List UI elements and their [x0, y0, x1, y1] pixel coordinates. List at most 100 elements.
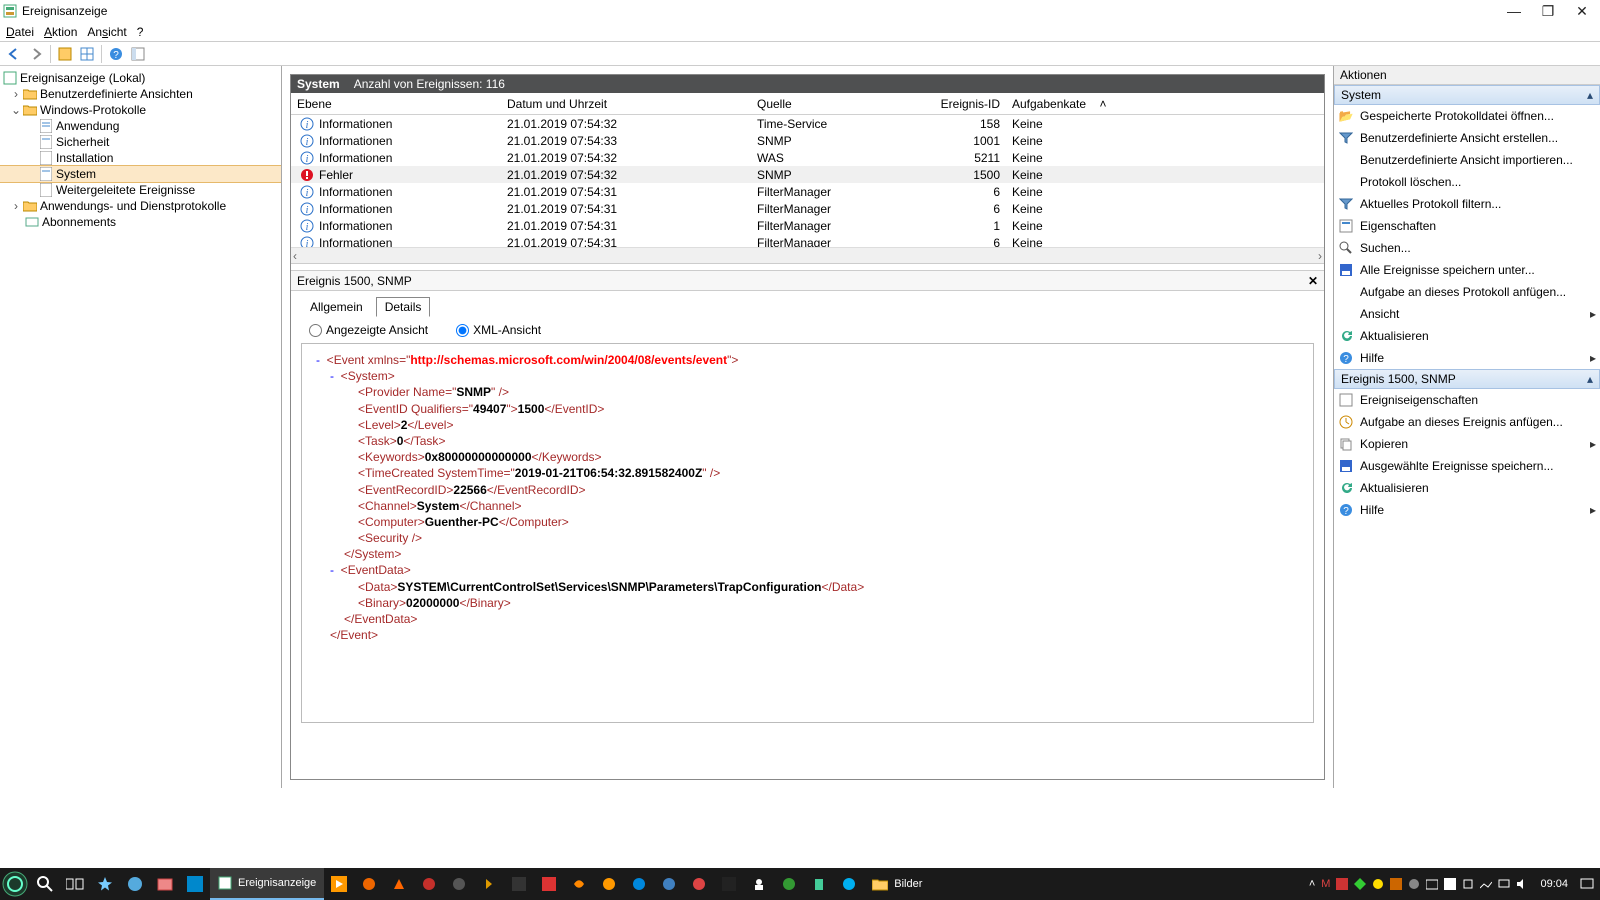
- pinned-app-icon[interactable]: [150, 868, 180, 900]
- pinned-app-icon[interactable]: [120, 868, 150, 900]
- tab-details[interactable]: Details: [376, 297, 431, 317]
- actions-section-system[interactable]: System▴: [1334, 85, 1600, 105]
- tree-forwarded[interactable]: Weitergeleitete Ereignisse: [0, 182, 281, 198]
- maximize-button[interactable]: ❐: [1540, 3, 1556, 20]
- table-row[interactable]: iInformationen21.01.2019 07:54:32WAS5211…: [291, 149, 1324, 166]
- close-button[interactable]: ✕: [1574, 3, 1590, 20]
- taskbar-app-explorer[interactable]: Bilder: [864, 868, 930, 900]
- pinned-app-icon[interactable]: [624, 868, 654, 900]
- tree-subscriptions[interactable]: Abonnements: [0, 214, 281, 230]
- action-attach-task-log[interactable]: Aufgabe an dieses Protokoll anfügen...: [1334, 281, 1600, 303]
- pinned-app-icon[interactable]: [774, 868, 804, 900]
- tree-app-service-logs[interactable]: ›Anwendungs- und Dienstprotokolle: [0, 198, 281, 214]
- tree-application[interactable]: Anwendung: [0, 118, 281, 134]
- tree-root[interactable]: Ereignisanzeige (Lokal): [0, 70, 281, 86]
- horizontal-scrollbar[interactable]: ‹›: [291, 247, 1324, 263]
- action-help[interactable]: ?Hilfe▸: [1334, 347, 1600, 369]
- pinned-app-icon[interactable]: [90, 868, 120, 900]
- splitter[interactable]: [291, 263, 1324, 271]
- help-icon[interactable]: ?: [106, 44, 126, 64]
- action-save-all-events[interactable]: Alle Ereignisse speichern unter...: [1334, 259, 1600, 281]
- back-icon[interactable]: [4, 44, 24, 64]
- tray-icon[interactable]: M: [1321, 878, 1330, 890]
- event-grid[interactable]: iInformationen21.01.2019 07:54:32Time-Se…: [291, 115, 1324, 247]
- pinned-app-icon[interactable]: [834, 868, 864, 900]
- pinned-app-icon[interactable]: [504, 868, 534, 900]
- pinned-app-icon[interactable]: [684, 868, 714, 900]
- action-attach-task-event[interactable]: Aufgabe an dieses Ereignis anfügen...: [1334, 411, 1600, 433]
- actions-section-event[interactable]: Ereignis 1500, SNMP▴: [1334, 369, 1600, 389]
- menu-view[interactable]: Ansicht: [87, 25, 126, 39]
- tray-icon[interactable]: [1462, 878, 1474, 890]
- col-eventid[interactable]: Ereignis-ID: [921, 97, 1006, 111]
- close-detail-icon[interactable]: ✕: [1308, 274, 1318, 288]
- taskbar-app-eventviewer[interactable]: Ereignisanzeige: [210, 868, 324, 900]
- tray-icon[interactable]: [1444, 878, 1456, 890]
- pinned-app-icon[interactable]: [354, 868, 384, 900]
- layout-icon[interactable]: [128, 44, 148, 64]
- table-row[interactable]: iInformationen21.01.2019 07:54:31FilterM…: [291, 200, 1324, 217]
- pinned-app-icon[interactable]: [804, 868, 834, 900]
- radio-friendly-view[interactable]: Angezeigte Ansicht: [309, 323, 428, 337]
- pinned-app-icon[interactable]: [384, 868, 414, 900]
- tray-icon[interactable]: [1426, 878, 1438, 890]
- notifications-icon[interactable]: [1580, 877, 1594, 891]
- action-refresh[interactable]: Aktualisieren: [1334, 325, 1600, 347]
- tray-icon[interactable]: [1390, 878, 1402, 890]
- collapse-icon[interactable]: ⌄: [10, 104, 22, 116]
- expand-icon[interactable]: ›: [10, 200, 22, 212]
- collapse-icon[interactable]: ▴: [1587, 88, 1593, 102]
- tray-icon[interactable]: [1354, 878, 1366, 890]
- table-row[interactable]: iInformationen21.01.2019 07:54:31FilterM…: [291, 217, 1324, 234]
- scroll-up-icon[interactable]: ˄: [1096, 97, 1110, 111]
- pinned-app-icon[interactable]: [654, 868, 684, 900]
- search-button[interactable]: [30, 868, 60, 900]
- table-row[interactable]: iInformationen21.01.2019 07:54:33SNMP100…: [291, 132, 1324, 149]
- action-save-selected[interactable]: Ausgewählte Ereignisse speichern...: [1334, 455, 1600, 477]
- forward-icon[interactable]: [26, 44, 46, 64]
- taskbar-clock[interactable]: 09:04: [1534, 878, 1574, 890]
- action-clear-log[interactable]: Protokoll löschen...: [1334, 171, 1600, 193]
- action-refresh-event[interactable]: Aktualisieren: [1334, 477, 1600, 499]
- pinned-app-icon[interactable]: [594, 868, 624, 900]
- start-button[interactable]: [0, 868, 30, 900]
- col-level[interactable]: Ebene: [291, 97, 501, 111]
- pinned-app-icon[interactable]: [444, 868, 474, 900]
- xml-view[interactable]: - <Event xmlns="http://schemas.microsoft…: [301, 343, 1314, 723]
- action-copy[interactable]: Kopieren▸: [1334, 433, 1600, 455]
- action-filter-log[interactable]: Aktuelles Protokoll filtern...: [1334, 193, 1600, 215]
- tray-icon[interactable]: [1336, 878, 1348, 890]
- tray-network-icon[interactable]: [1498, 878, 1510, 890]
- props-icon[interactable]: [55, 44, 75, 64]
- tree-custom-views[interactable]: ›Benutzerdefinierte Ansichten: [0, 86, 281, 102]
- tray-icon[interactable]: [1408, 878, 1420, 890]
- tray-chevron-icon[interactable]: ˄: [1309, 878, 1315, 890]
- pinned-app-icon[interactable]: [534, 868, 564, 900]
- tree-security[interactable]: Sicherheit: [0, 134, 281, 150]
- action-import-custom-view[interactable]: Benutzerdefinierte Ansicht importieren..…: [1334, 149, 1600, 171]
- pinned-app-icon[interactable]: [744, 868, 774, 900]
- col-date[interactable]: Datum und Uhrzeit: [501, 97, 751, 111]
- action-search[interactable]: Suchen...: [1334, 237, 1600, 259]
- tree-windows-logs[interactable]: ⌄Windows-Protokolle: [0, 102, 281, 118]
- tray-icon[interactable]: [1480, 878, 1492, 890]
- menu-file[interactable]: Datei: [6, 25, 34, 39]
- pinned-app-icon[interactable]: [180, 868, 210, 900]
- tray-icon[interactable]: [1372, 878, 1384, 890]
- minimize-button[interactable]: —: [1506, 3, 1522, 20]
- menu-action[interactable]: Aktion: [44, 25, 77, 39]
- action-properties[interactable]: Eigenschaften: [1334, 215, 1600, 237]
- pinned-app-icon[interactable]: [474, 868, 504, 900]
- pinned-app-icon[interactable]: [414, 868, 444, 900]
- table-row[interactable]: iInformationen21.01.2019 07:54:32Time-Se…: [291, 115, 1324, 132]
- taskview-button[interactable]: [60, 868, 90, 900]
- table-row[interactable]: iInformationen21.01.2019 07:54:31FilterM…: [291, 183, 1324, 200]
- table-row[interactable]: iInformationen21.01.2019 07:54:31FilterM…: [291, 234, 1324, 247]
- tree-installation[interactable]: Installation: [0, 150, 281, 166]
- tray-volume-icon[interactable]: [1516, 878, 1528, 890]
- grid-icon[interactable]: [77, 44, 97, 64]
- action-create-custom-view[interactable]: Benutzerdefinierte Ansicht erstellen...: [1334, 127, 1600, 149]
- collapse-icon[interactable]: ▴: [1587, 372, 1593, 386]
- radio-xml-view[interactable]: XML-Ansicht: [456, 323, 541, 337]
- menu-help[interactable]: ?: [137, 25, 144, 39]
